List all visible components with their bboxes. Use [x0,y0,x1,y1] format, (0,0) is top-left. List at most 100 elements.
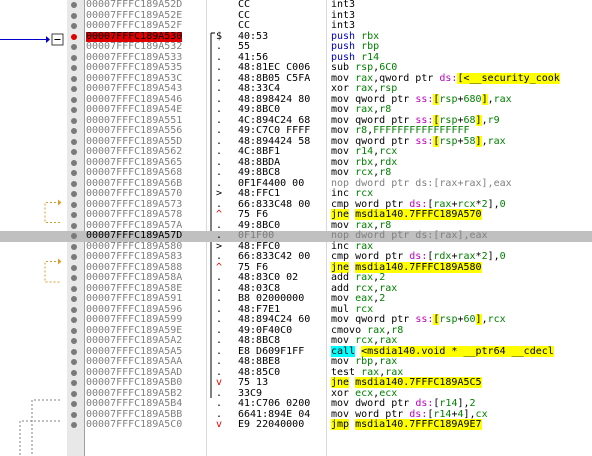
breakpoint-dot-icon[interactable] [71,264,77,271]
instruction-row[interactable]: 00007FFFC189A5A2. 48:8BC8 mov rcx,rax [0,335,592,347]
mnemonic: jmp [331,419,350,430]
breakpoint-dot-icon[interactable] [71,338,77,344]
bytes-cell: 75 F6 [238,210,269,220]
branch-marker: . [216,41,223,52]
breakpoint-dot-icon[interactable] [71,401,77,407]
branch-marker: . [216,104,223,115]
operand-token: rax [355,104,374,115]
breakpoint-dot-icon[interactable] [71,65,77,71]
branch-marker: . [216,335,223,346]
breakpoint-dot-icon[interactable] [71,75,77,82]
instruction-row[interactable]: 00007FFFC189A562. 4C:8BF1 mov r14,rcx [0,146,592,158]
breakpoint-dot-icon[interactable] [71,306,77,313]
instruction-row[interactable]: 00007FFFC189A591. B8 02000000 mov eax,2 [0,293,592,305]
breakpoint-dot-icon[interactable] [71,327,77,334]
mnemonic: add [331,272,350,283]
instruction-row[interactable]: 00007FFFC189A54E. 49:8BC0 mov rax,r8 [0,104,592,116]
breakpoint-dot-icon[interactable] [71,422,77,428]
breakpoint-dot-icon[interactable] [71,86,77,92]
operand-token: rax [361,366,380,378]
bytes-cell: 66:833C48 00 [238,199,311,210]
instruction-row[interactable]: 00007FFFC189A535. 48:81EC C006 sub rsp,6C0 [0,62,592,74]
mnemonic: mov [331,156,350,168]
bytes-cell: 49:8BC8 [238,168,281,178]
operand-token: rsp [439,314,458,325]
breakpoint-dot-icon[interactable] [71,107,77,113]
instruction-row[interactable]: 00007FFFC189A58A. 48:83C0 02 add rax,2 [0,272,592,284]
disassembly-view[interactable]: 00007FFFC189A52D CC int3 00007FFFC189A52E CC… [0,0,592,456]
breakpoint-dot-icon[interactable] [71,201,77,208]
breakpoint-dot-icon[interactable] [71,180,77,187]
address-cell: 00007FFFC189A5B0 [86,377,183,388]
bytes-cell: 48:8BDA [238,157,281,168]
operand-token: rcx [355,303,374,315]
breakpoint-dot-icon[interactable] [71,296,77,302]
instruction-row[interactable]: 00007FFFC189A5AA. 48:8BE8 mov rbp,rax [0,356,592,368]
breakpoint-dot-icon[interactable] [71,96,77,103]
breakpoint-dot-icon[interactable] [71,138,77,145]
instruction-row[interactable]: 00007FFFC189A5B0 v 75 13 jne msdia140.7FFFC… [0,377,592,389]
breakpoint-dot-icon[interactable] [71,128,77,134]
instruction-row[interactable]: 00007FFFC189A5C0 v E9 22040000 jmp msdia140… [0,419,592,431]
breakpoint-dot-icon[interactable] [71,369,77,376]
instruction-row[interactable]: 00007FFFC189A52D CC int3 [0,0,592,11]
breakpoint-dot-icon[interactable] [71,275,77,281]
breakpoint-dot-icon[interactable] [71,359,77,365]
instruction-cell: jmp msdia140.7FFFC189A9E7 [331,419,482,431]
instruction-row[interactable]: 00007FFFC189A52F CC int3 [0,20,592,32]
instruction-row[interactable]: 00007FFFC189A583. 66:833C42 00 cmp word pt… [0,251,592,263]
breakpoint-dot-icon[interactable] [71,44,77,50]
breakpoint-dot-icon[interactable] [71,233,77,239]
bytes-cell: 48:894C24 60 [238,315,311,325]
operand-token: rcx [379,146,398,157]
breakpoint-dot-icon[interactable] [71,285,77,292]
breakpoint-dot-icon[interactable] [71,317,77,323]
breakpoint-dot-icon[interactable] [71,348,77,355]
breakpoint-dot-icon[interactable] [71,12,77,19]
breakpoint-dot-icon[interactable] [71,117,77,124]
instruction-row[interactable]: 00007FFFC189A5B4. 41:C706 0200 mov dword p… [0,398,592,410]
operand-token: r8 [379,219,392,231]
operand-token: qword ptr [355,114,416,126]
bytes-cell: 4C:8BF1 [238,147,281,157]
breakpoint-dot-icon[interactable] [71,191,77,197]
breakpoint-dot-icon[interactable] [71,2,77,8]
breakpoint-dot-icon[interactable] [71,170,77,176]
breakpoint-dot-icon[interactable] [71,243,77,250]
instruction-row[interactable]: 00007FFFC189A578 ^ 75 F6 jne msdia140.7FFFC… [0,209,592,221]
breakpoint-dot-icon[interactable] [71,380,77,386]
operand-token: rax [355,72,374,84]
breakpoint-dot-icon[interactable] [71,33,77,40]
mnemonic: jne [331,377,350,388]
operand-token: rbp [361,41,380,52]
mnemonic: mov [331,314,350,325]
branch-marker: . [216,146,223,157]
mnemonic: call [331,345,356,357]
mnemonic: mov [331,398,350,409]
bytes-cell: 75 13 [238,378,269,388]
breakpoint-dot-icon[interactable] [71,254,77,260]
operand-token: ss: [415,135,434,147]
breakpoint-dot-icon[interactable] [71,23,77,29]
operand-token: ecx [379,387,398,399]
breakpoint-dot-icon[interactable] [71,54,77,61]
operand-token: r14 [361,51,380,63]
breakpoint-dot-icon[interactable] [71,159,77,166]
breakpoint-dot-icon[interactable] [71,212,77,218]
breakpoint-dot-icon[interactable] [71,149,77,155]
instruction-row[interactable]: 00007FFFC189A599. 48:894C24 60 mov qword p… [0,314,592,326]
operand-token: 68 [463,114,476,126]
address-cell: 00007FFFC189A591 [86,293,183,304]
mnemonic: test [331,366,356,378]
bytes-cell: 0F1F00 [238,231,275,241]
operand-token: word ptr [355,251,410,262]
operand-token: rax [355,83,374,94]
breakpoint-dot-icon[interactable] [71,411,77,418]
instruction-row[interactable]: 00007FFFC189A57D. 0F1F00 nop dword ptr ds:… [0,230,592,242]
instruction-row[interactable]: 00007FFFC189A532. 55 push rbp [0,41,592,53]
mnemonic: cmovo [331,324,362,336]
bytes-cell: 49:C7C0 FFFF [238,126,311,136]
breakpoint-dot-icon[interactable] [71,390,77,397]
breakpoint-dot-icon[interactable] [71,222,77,229]
address-cell: 00007FFFC189A532 [86,41,183,52]
